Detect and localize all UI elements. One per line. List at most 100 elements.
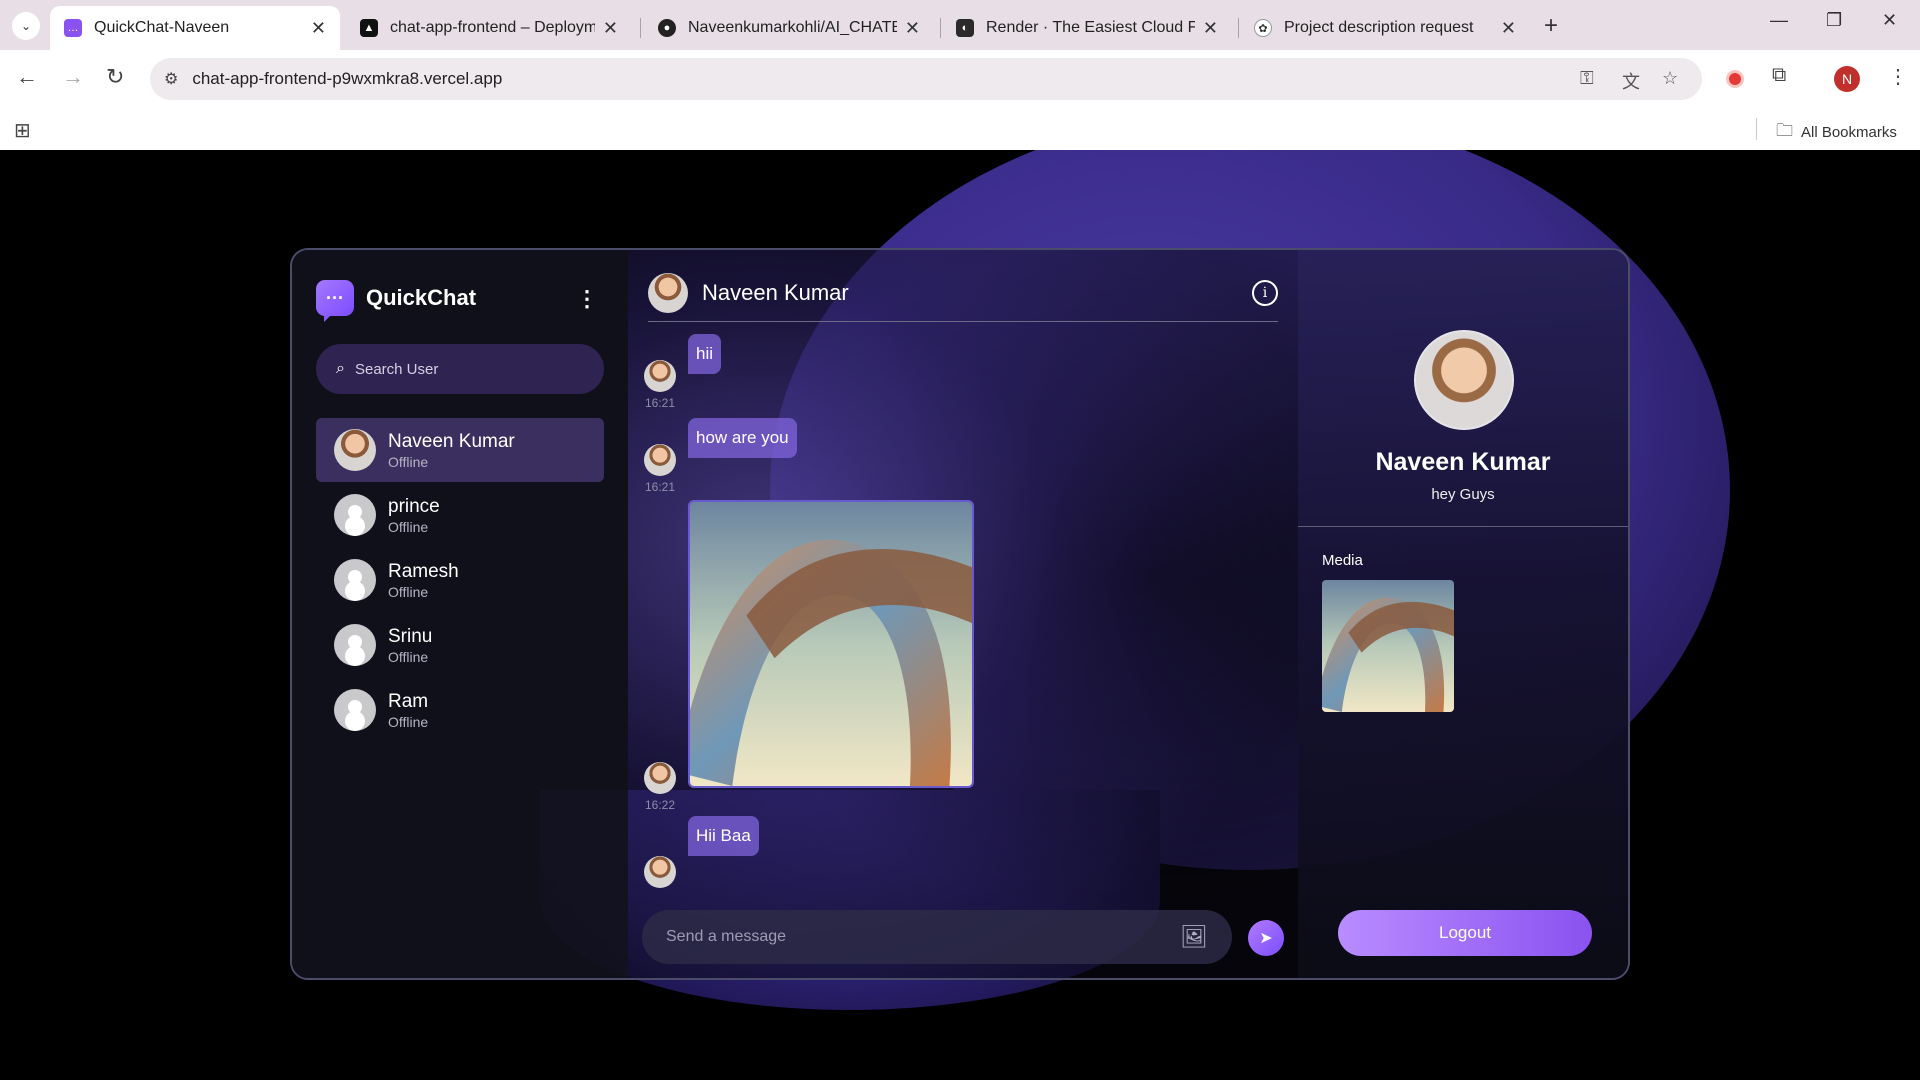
profile-avatar[interactable]: N [1834,66,1860,92]
minimize-icon[interactable]: — [1770,10,1788,31]
tab-title: QuickChat-Naveen [94,19,230,36]
send-button[interactable]: ➤ [1248,920,1284,956]
folder-icon: 🗀 [1776,121,1793,140]
chat-bubble-logo-icon: ··· [316,280,354,322]
browser-tab-strip: ⌄ … QuickChat-Naveen ✕ ▲ chat-app-fronte… [0,0,1920,50]
reload-icon[interactable]: ↻ [106,64,124,90]
sender-avatar [644,360,676,392]
sidebar: ··· QuickChat ⋮ ⌕ Naveen Kumar Offline [292,250,628,978]
close-tab-icon[interactable]: ✕ [1203,18,1218,39]
search-user-box[interactable]: ⌕ [316,344,604,394]
message-composer: 🖼 [642,910,1232,964]
close-tab-icon[interactable]: ✕ [1501,18,1516,39]
profile-bio: hey Guys [1431,486,1495,503]
tab-separator [640,18,641,38]
search-user-input[interactable] [354,360,575,378]
sender-avatar [644,444,676,476]
logout-button[interactable]: Logout [1338,910,1592,956]
github-favicon-icon: ● [658,19,676,37]
brand-name: QuickChat [366,285,477,310]
chat-header: Naveen Kumar i [648,264,1278,322]
translate-icon[interactable]: 文 [1622,68,1640,94]
message-input[interactable] [666,928,1181,946]
user-item-naveen-kumar[interactable]: Naveen Kumar Offline [316,418,604,482]
image-upload-icon[interactable]: 🖼 [1180,924,1208,950]
sender-avatar [644,762,676,794]
abstract-art-image [1322,580,1454,712]
sidebar-menu-icon[interactable]: ⋮ [576,286,598,312]
tab-github[interactable]: ● Naveenkumarkohli/AI_CHATBO ✕ [644,6,934,50]
user-status: Offline [388,518,429,535]
profile-initial: N [1841,71,1853,87]
tab-vercel[interactable]: ▲ chat-app-frontend – Deployme ✕ [346,6,632,50]
brand: ··· QuickChat [316,280,604,322]
message-bubble: Hii Baa [688,816,759,856]
password-key-icon[interactable]: ⚿ [1580,68,1594,89]
send-icon: ➤ [1259,930,1273,947]
apps-grid-icon[interactable]: ⊞ [14,118,31,143]
user-status: Offline [388,648,429,665]
menu-kebab-icon[interactable]: ⋮ [1888,64,1908,89]
user-name: Srinu [388,625,433,647]
user-item-ramesh[interactable]: Ramesh Offline [316,548,604,612]
user-name: Ram [388,690,429,712]
message-time: 16:21 [644,396,676,410]
recording-icon[interactable] [1726,70,1744,88]
tab-title: Render · The Easiest Cloud For / [986,19,1195,36]
search-icon: ⌕ [336,360,345,377]
contact-avatar[interactable] [648,272,688,313]
media-label: Media [1322,552,1363,569]
browser-toolbar: ← → ↻ ⚙ chat-app-frontend-p9wxmkra8.verc… [0,50,1920,108]
close-window-icon[interactable]: ✕ [1882,10,1897,31]
user-status: Offline [388,453,429,470]
chat-app-window: ··· QuickChat ⋮ ⌕ Naveen Kumar Offline [290,248,1630,980]
new-tab-icon[interactable]: + [1544,12,1558,40]
avatar-placeholder-icon [334,559,376,601]
message: 16:21 hii [642,334,722,410]
sender-avatar [644,856,676,888]
tab-search-button[interactable]: ⌄ [12,12,40,40]
page-viewport: ··· QuickChat ⋮ ⌕ Naveen Kumar Offline [0,150,1920,1080]
user-name: prince [388,495,440,517]
close-tab-icon[interactable]: ✕ [311,18,326,39]
bookmark-star-icon[interactable]: ☆ [1662,68,1678,89]
avatar [334,429,376,471]
user-item-srinu[interactable]: Srinu Offline [316,613,604,677]
bookmarks-bar: ⊞ 🗀 All Bookmarks [0,108,1920,150]
media-thumbnail[interactable] [1322,580,1454,712]
tab-render[interactable]: ◐ Render · The Easiest Cloud For / ✕ [942,6,1232,50]
avatar-placeholder-icon [334,624,376,666]
close-tab-icon[interactable]: ✕ [603,18,618,39]
avatar-placeholder-icon [334,689,376,731]
user-name: Ramesh [388,560,459,582]
tab-chatgpt[interactable]: ✿ Project description request ✕ [1240,6,1530,50]
user-status: Offline [388,713,429,730]
tab-title: Naveenkumarkohli/AI_CHATBO [688,19,897,36]
close-tab-icon[interactable]: ✕ [905,18,920,39]
tab-separator [940,18,941,38]
message-image: 16:22 [642,500,974,812]
message: Hii Baa [642,816,759,892]
user-item-prince[interactable]: prince Offline [316,483,604,547]
info-icon[interactable]: i [1252,280,1278,306]
site-info-icon[interactable]: ⚙ [164,69,178,89]
address-bar[interactable]: ⚙ chat-app-frontend-p9wxmkra8.vercel.app… [150,58,1702,100]
shared-image[interactable] [688,500,974,788]
chat-panel: Naveen Kumar i 16:21 hii 16:21 how are y… [628,250,1298,978]
all-bookmarks-label: All Bookmarks [1801,124,1897,141]
bookmarks-separator [1756,118,1757,140]
quickchat-favicon-icon: … [64,19,82,37]
extensions-icon[interactable]: ⧉ [1772,64,1786,87]
vercel-favicon-icon: ▲ [360,19,378,37]
all-bookmarks-button[interactable]: 🗀 All Bookmarks [1776,118,1897,147]
user-name: Naveen Kumar [388,430,515,452]
chatgpt-favicon-icon: ✿ [1254,19,1272,37]
restore-icon[interactable]: ❐ [1826,10,1842,31]
message: 16:21 how are you [642,418,797,494]
user-item-ram[interactable]: Ram Offline [316,678,604,742]
back-icon[interactable]: ← [16,64,38,90]
user-status: Offline [388,583,429,600]
tab-quickchat[interactable]: … QuickChat-Naveen ✕ [50,6,340,50]
url-text[interactable]: chat-app-frontend-p9wxmkra8.vercel.app [192,69,502,89]
forward-icon[interactable]: → [62,64,84,90]
